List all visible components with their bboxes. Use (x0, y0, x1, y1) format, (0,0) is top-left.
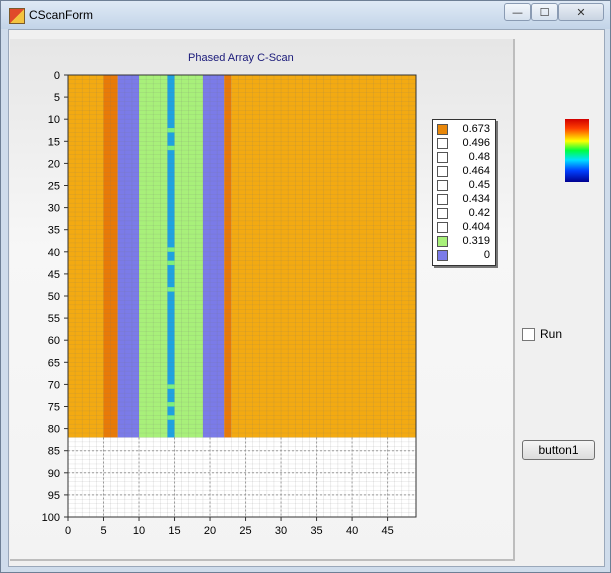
title-bar[interactable]: CScanForm — ☐ ✕ (1, 1, 610, 29)
legend-item: 0 (437, 249, 493, 262)
legend-item: 0.42 (437, 207, 493, 220)
maximize-button[interactable]: ☐ (531, 3, 558, 21)
x-tick-label-5: 5 (100, 525, 106, 537)
x-tick-label-25: 25 (239, 525, 251, 537)
legend-label: 0.45 (468, 179, 490, 191)
y-tick-label-25: 25 (48, 181, 60, 193)
button1[interactable]: button1 (522, 440, 595, 460)
y-tick-label-95: 95 (48, 490, 60, 502)
legend-swatch (437, 236, 448, 247)
legend-swatch (437, 138, 448, 149)
y-tick-label-70: 70 (48, 379, 60, 391)
y-tick-label-55: 55 (48, 313, 60, 325)
y-tick-label-0: 0 (54, 70, 60, 82)
y-tick-label-30: 30 (48, 203, 60, 215)
legend-swatch (437, 222, 448, 233)
window-title: CScanForm (29, 8, 94, 22)
legend-label: 0.464 (462, 165, 490, 177)
heatmap-plot: 0510152025303540455055606570758085909510… (42, 70, 417, 537)
legend-label: 0.48 (468, 151, 490, 163)
legend-label: 0.434 (462, 193, 490, 205)
legend-item: 0.434 (437, 193, 493, 206)
y-tick-label-85: 85 (48, 446, 60, 458)
legend-item: 0.673 (437, 123, 493, 136)
color-scale-bar (565, 119, 589, 182)
stripe-spot-6 (167, 402, 175, 407)
cscan-window: CScanForm — ☐ ✕ Phased Array C-Scan 0 5 10… (0, 0, 611, 573)
legend-swatch (437, 250, 448, 261)
x-tick-label-30: 30 (275, 525, 287, 537)
y-tick-label-20: 20 (48, 158, 60, 170)
x-tick-label-20: 20 (204, 525, 216, 537)
stripe-spot-4 (167, 287, 175, 292)
legend-swatch (437, 208, 448, 219)
legend-swatch (437, 166, 448, 177)
legend-label: 0.42 (468, 207, 490, 219)
legend-label: 0 (483, 249, 490, 261)
stripe-spot-1 (167, 145, 175, 151)
y-tick-label-65: 65 (48, 357, 60, 369)
close-button[interactable]: ✕ (558, 3, 604, 21)
y-tick-label-60: 60 (48, 335, 60, 347)
y-tick-label-40: 40 (48, 247, 60, 259)
legend-item: 0.496 (437, 137, 493, 150)
stripe-spot-2 (167, 247, 175, 252)
legend-swatch (437, 124, 448, 135)
y-tick-label-15: 15 (48, 136, 60, 148)
legend-item: 0.464 (437, 165, 493, 178)
x-tick-label-45: 45 (381, 525, 393, 537)
run-checkbox[interactable] (522, 328, 535, 341)
legend-item: 0.404 (437, 221, 493, 234)
x-tick-label-10: 10 (133, 525, 145, 537)
app-icon (9, 8, 25, 24)
y-tick-label-100: 100 (42, 512, 60, 524)
stripe-spot-7 (167, 415, 175, 420)
stripe-spot-3 (167, 260, 175, 266)
legend-item: 0.319 (437, 235, 493, 248)
y-tick-label-45: 45 (48, 269, 60, 281)
y-tick-label-5: 5 (54, 92, 60, 104)
legend-label: 0.404 (462, 221, 490, 233)
legend-label: 0.496 (462, 137, 490, 149)
chart-panel: Phased Array C-Scan 0 5 10 15 20 25 30 35 40 45 50… (10, 39, 515, 561)
legend-item: 0.45 (437, 179, 493, 192)
x-tick-label-40: 40 (346, 525, 358, 537)
stripe-spot-5 (167, 384, 175, 389)
legend-swatch (437, 180, 448, 191)
y-tick-label-80: 80 (48, 424, 60, 436)
form-client-area: Phased Array C-Scan 0 5 10 15 20 25 30 35 40 45 50… (8, 29, 605, 567)
legend-label: 0.319 (462, 235, 490, 247)
minimize-button[interactable]: — (504, 3, 531, 21)
y-tick-label-10: 10 (48, 114, 60, 126)
y-tick-label-75: 75 (48, 402, 60, 414)
run-label: Run (540, 327, 563, 341)
y-tick-label-50: 50 (48, 291, 60, 303)
legend-label: 0.673 (462, 123, 490, 135)
x-tick-label-35: 35 (310, 525, 322, 537)
legend-item: 0.48 (437, 151, 493, 164)
y-tick-label-90: 90 (48, 468, 60, 480)
x-tick-label-0: 0 (65, 525, 71, 537)
y-tick-label-35: 35 (48, 225, 60, 237)
chart-legend: 0.673 0.496 0.48 0.464 0.45 0.434 0.42 0.404 0.3… (432, 119, 496, 266)
x-tick-label-15: 15 (168, 525, 180, 537)
legend-swatch (437, 152, 448, 163)
stripe-spot-0 (167, 128, 175, 133)
legend-swatch (437, 194, 448, 205)
